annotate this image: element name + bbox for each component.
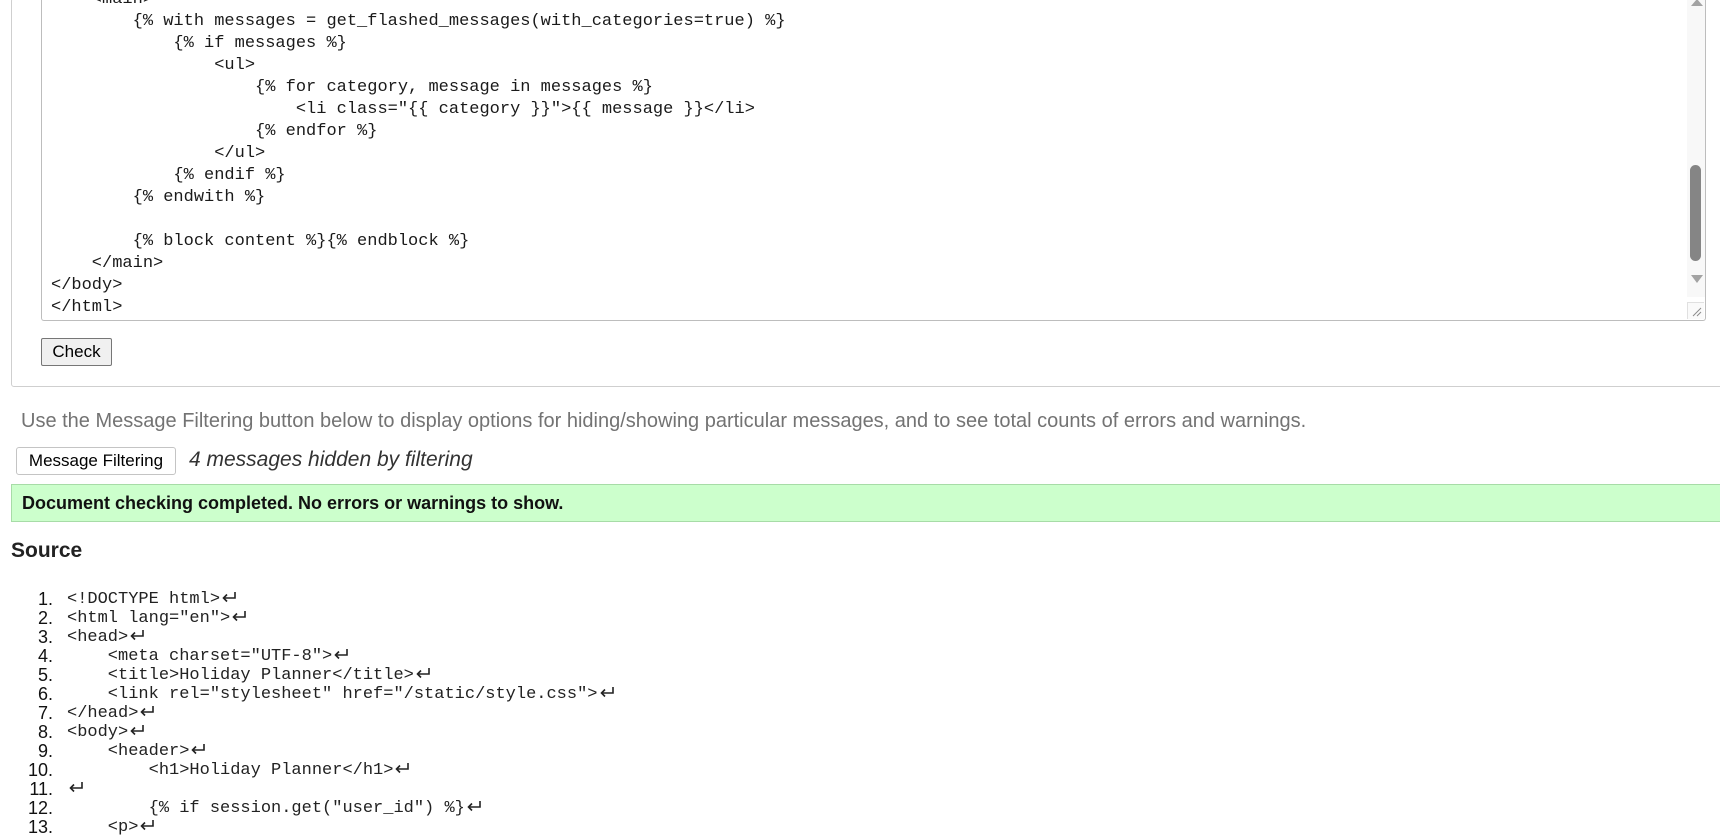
source-line-code: <h1>Holiday Planner</h1> [67, 761, 411, 780]
validator-page: <main> {% with messages = get_flashed_me… [0, 0, 1720, 837]
source-line-code [67, 780, 85, 799]
source-line-number: 13. [27, 817, 53, 837]
source-line-number: 9. [37, 741, 53, 761]
source-line-code: {% if session.get("user_id") %} [67, 799, 483, 818]
source-line: 13. <p> [0, 818, 900, 837]
source-line-number: 4. [37, 646, 53, 666]
source-line: 5. <title>Holiday Planner</title> [0, 666, 900, 685]
source-line-number: 1. [37, 589, 53, 609]
scrollbar-thumb[interactable] [1690, 165, 1701, 261]
textarea-line: {% for category, message in messages %} [51, 78, 653, 97]
source-line-number: 11. [29, 779, 53, 799]
source-line-text: <meta charset="UTF-8"> [67, 647, 333, 666]
source-line: 12. {% if session.get("user_id") %} [0, 799, 900, 818]
source-line-number: 2. [37, 608, 53, 628]
return-arrow-icon [599, 685, 616, 699]
check-button[interactable]: Check [41, 338, 112, 366]
textarea-line: </body> [51, 276, 123, 295]
textarea-line: <ul> [51, 56, 256, 75]
source-line: 11. [0, 780, 900, 799]
return-arrow-icon [129, 628, 146, 642]
source-line-text: <body> [67, 723, 129, 742]
textarea-line: <main> [51, 0, 786, 11]
textarea-line: {% if messages %} [51, 34, 347, 53]
source-line-number: 6. [37, 684, 53, 704]
return-arrow-icon [139, 818, 156, 832]
source-line-code: </head> [67, 704, 156, 723]
return-arrow-icon [221, 590, 238, 604]
source-line-code: <head> [67, 628, 146, 647]
source-line: 7. </head> [0, 704, 900, 723]
source-line-text: <html lang="en"> [67, 609, 231, 628]
source-line-number: 5. [37, 665, 53, 685]
source-line-number: 10. [27, 760, 53, 780]
source-line: 4. <meta charset="UTF-8"> [0, 647, 900, 666]
source-line-text: <head> [67, 628, 129, 647]
return-arrow-icon [139, 704, 156, 718]
return-arrow-icon [190, 742, 207, 756]
return-arrow-icon [466, 799, 483, 813]
source-line: 1. <!DOCTYPE html> [0, 590, 900, 609]
source-line-text: <p> [67, 818, 139, 837]
source-line-number: 3. [37, 627, 53, 647]
source-line-code: <!DOCTYPE html> [67, 590, 238, 609]
source-line-number: 8. [37, 722, 53, 742]
textarea-line: {% endwith %} [51, 188, 266, 207]
source-line-text: <title>Holiday Planner</title> [67, 666, 414, 685]
textarea-line: {% block content %}{% endblock %} [51, 232, 470, 251]
source-line-code: <body> [67, 723, 146, 742]
source-line: 10. <h1>Holiday Planner</h1> [0, 761, 900, 780]
source-line-code: <meta charset="UTF-8"> [67, 647, 350, 666]
source-line: 3. <head> [0, 628, 900, 647]
source-line-code: <link rel="stylesheet" href="/static/sty… [67, 685, 616, 704]
return-arrow-icon [415, 666, 432, 680]
source-line-text: <header> [67, 742, 190, 761]
return-arrow-icon [394, 761, 411, 775]
source-line-text: {% if session.get("user_id") %} [67, 799, 465, 818]
source-line-text: <h1>Holiday Planner</h1> [67, 761, 394, 780]
result-message: Document checking completed. No errors o… [22, 493, 564, 513]
source-line-code: <title>Holiday Planner</title> [67, 666, 432, 685]
textarea-line: </html> [51, 298, 123, 317]
input-form-panel: <main> {% with messages = get_flashed_me… [11, 0, 1720, 387]
textarea-line: </ul> [51, 144, 266, 163]
textarea-line: {% with messages = get_flashed_messages(… [51, 12, 786, 31]
resize-grip-icon[interactable] [1687, 302, 1704, 319]
textarea-content: <main> {% with messages = get_flashed_me… [51, 0, 786, 319]
result-success-banner: Document checking completed. No errors o… [11, 484, 1720, 522]
source-line-code: <html lang="en"> [67, 609, 248, 628]
source-line-code: <header> [67, 742, 207, 761]
message-filtering-button[interactable]: Message Filtering [16, 447, 176, 475]
source-listing: 1. <!DOCTYPE html> 2. <html lang="en"> 3. <he… [0, 590, 900, 837]
textarea-scrollbar[interactable] [1687, 0, 1705, 297]
source-line-number: 12. [27, 798, 53, 818]
hidden-messages-count: 4 messages hidden by filtering [189, 448, 473, 471]
return-arrow-icon [333, 647, 350, 661]
source-line: 2. <html lang="en"> [0, 609, 900, 628]
scroll-up-arrow-icon[interactable] [1691, 0, 1703, 6]
textarea-line [51, 209, 786, 231]
return-arrow-icon [68, 780, 85, 794]
source-line-number: 7. [37, 703, 53, 723]
scroll-down-arrow-icon[interactable] [1691, 275, 1703, 283]
source-line-code: <p> [67, 818, 156, 837]
textarea-line: {% endfor %} [51, 122, 378, 141]
message-filtering-hint: Use the Message Filtering button below t… [21, 410, 1307, 432]
source-heading: Source [11, 539, 83, 562]
source-line: 6. <link rel="stylesheet" href="/static/… [0, 685, 900, 704]
source-line-text: </head> [67, 704, 139, 723]
textarea-line: {% endif %} [51, 166, 286, 185]
return-arrow-icon [129, 723, 146, 737]
source-line-text: <!DOCTYPE html> [67, 590, 221, 609]
source-line-text: <link rel="stylesheet" href="/static/sty… [67, 685, 598, 704]
source-textarea[interactable]: <main> {% with messages = get_flashed_me… [41, 0, 1706, 321]
source-line: 9. <header> [0, 742, 900, 761]
textarea-line: <li class="{{ category }}">{{ message }}… [51, 100, 755, 119]
return-arrow-icon [231, 609, 248, 623]
source-line: 8. <body> [0, 723, 900, 742]
textarea-line: </main> [51, 254, 164, 273]
